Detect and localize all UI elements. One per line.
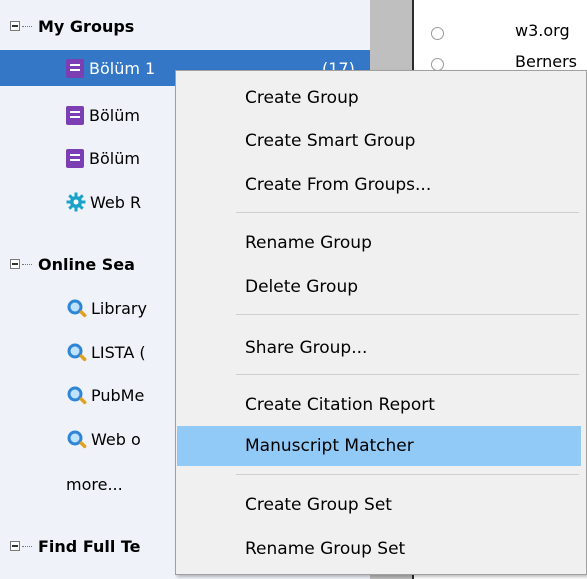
book-icon [66, 58, 84, 78]
menu-separator [236, 314, 579, 315]
search-globe-icon [67, 299, 87, 317]
find-full-text-label: Find Full Te [38, 536, 141, 556]
search-globe-icon [67, 386, 87, 404]
menu-item-create-citation-report[interactable]: Create Citation Report [176, 385, 581, 425]
book-icon [66, 148, 84, 168]
more-label: more... [66, 474, 123, 494]
menu-item-rename-group-set[interactable]: Rename Group Set [176, 529, 581, 569]
search-globe-icon [67, 343, 87, 361]
online-search-item-web-of-science[interactable]: Web o [66, 421, 141, 457]
group-label: Bölüm [89, 105, 140, 125]
find-full-text-header[interactable]: Find Full Te [0, 528, 141, 564]
menu-separator [236, 212, 579, 213]
group-item-web[interactable]: Web R [66, 184, 141, 220]
collapse-icon[interactable] [10, 21, 20, 31]
menu-separator [236, 374, 579, 375]
online-search-label: Web o [91, 429, 141, 449]
my-groups-header[interactable]: My Groups [0, 8, 134, 44]
menu-item-delete-group[interactable]: Delete Group [176, 267, 581, 307]
book-icon [66, 105, 84, 125]
online-search-item-lista[interactable]: LISTA ( [66, 334, 146, 370]
my-groups-label: My Groups [38, 16, 135, 36]
online-search-item-library[interactable]: Library [66, 290, 147, 326]
menu-item-manuscript-matcher[interactable]: Manuscript Matcher [177, 426, 581, 466]
search-globe-icon [67, 430, 87, 448]
menu-item-create-group-set[interactable]: Create Group Set [176, 485, 581, 525]
group-label: Bölüm [89, 148, 140, 168]
menu-separator [236, 474, 579, 475]
online-search-more-link[interactable]: more... [66, 466, 123, 502]
menu-item-share-group[interactable]: Share Group... [176, 328, 581, 368]
menu-item-create-smart-group[interactable]: Create Smart Group [176, 121, 581, 161]
gear-icon [66, 192, 86, 212]
online-search-label: Online Sea [38, 254, 135, 274]
online-search-label: LISTA ( [91, 342, 146, 362]
online-search-label: PubMe [91, 385, 145, 405]
group-item-bolum-3[interactable]: Bölüm [66, 140, 140, 176]
menu-item-rename-group[interactable]: Rename Group [176, 223, 581, 263]
menu-item-create-group[interactable]: Create Group [176, 78, 581, 118]
online-search-item-pubmed[interactable]: PubMe [66, 377, 144, 413]
menu-item-create-from-groups[interactable]: Create From Groups... [176, 165, 581, 205]
online-search-label: Library [91, 298, 147, 318]
group-label: Bölüm 1 [89, 58, 156, 78]
reference-row-text[interactable]: Berners [515, 52, 577, 71]
row-radio-button[interactable] [431, 27, 444, 40]
group-item-bolum-2[interactable]: Bölüm [66, 97, 140, 133]
group-label: Web R [90, 192, 142, 212]
collapse-icon[interactable] [10, 541, 20, 551]
collapse-icon[interactable] [10, 259, 20, 269]
context-menu: Create Group Create Smart Group Create F… [175, 70, 587, 575]
online-search-header[interactable]: Online Sea [0, 246, 135, 282]
reference-row-text[interactable]: w3.org [515, 21, 570, 40]
